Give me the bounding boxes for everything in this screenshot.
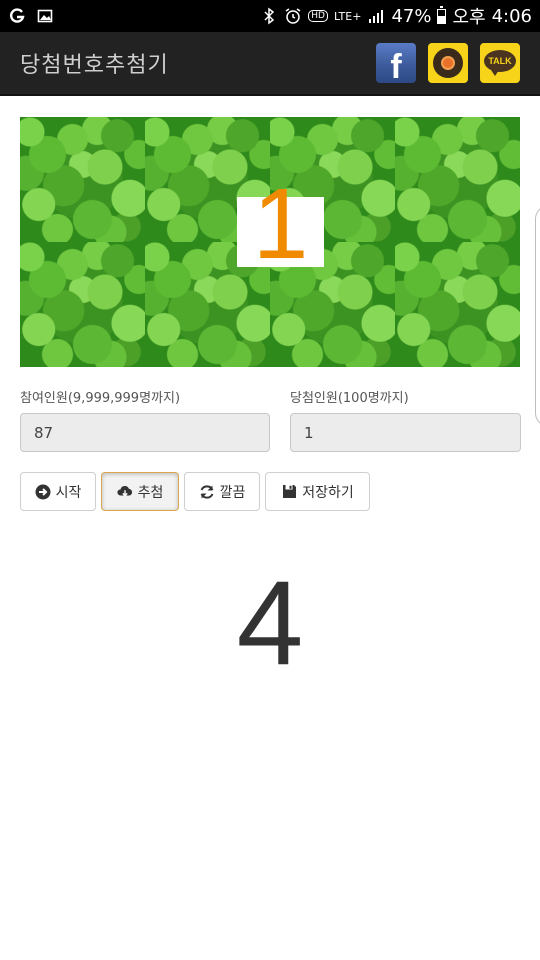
battery-percent: 47% [391, 5, 432, 27]
bluetooth-icon [260, 7, 278, 25]
action-buttons: 시작 추첨 깔끔 저장하기 [20, 472, 370, 511]
share-icons: f TALK [376, 43, 520, 83]
clock: 4:06 [491, 5, 532, 27]
clear-label: 깔끔 [219, 484, 246, 501]
battery-icon [437, 5, 447, 24]
winners-input[interactable] [290, 413, 521, 452]
start-label: 시작 [55, 484, 82, 501]
app-title: 당첨번호추첨기 [20, 53, 169, 78]
status-bar: HD LTE+ 47% 오후 4:06 [0, 0, 540, 32]
kakaotalk-label: TALK [484, 50, 516, 76]
side-drawer-handle[interactable] [535, 205, 540, 427]
refresh-icon [199, 484, 215, 500]
draw-panel: 1 [20, 117, 520, 367]
draw-button[interactable]: 추첨 [101, 472, 179, 511]
save-label: 저장하기 [302, 484, 354, 501]
draw-label: 추첨 [137, 484, 164, 501]
kakaotalk-icon[interactable]: TALK [480, 43, 520, 83]
g-icon [8, 7, 26, 25]
winners-label: 당첨인원(100명까지) [290, 391, 409, 406]
app-bar: 당첨번호추첨기 f TALK [0, 32, 540, 96]
participants-label: 참여인원(9,999,999명까지) [20, 391, 181, 406]
hd-icon: HD [308, 10, 328, 22]
save-button[interactable]: 저장하기 [265, 472, 370, 511]
signal-icon [367, 7, 385, 25]
draw-digit: 1 [252, 168, 309, 280]
kakaostory-icon[interactable] [428, 43, 468, 83]
alarm-icon [284, 7, 302, 25]
image-icon [36, 7, 54, 25]
time-prefix: 오후 [452, 7, 486, 28]
start-button[interactable]: 시작 [20, 472, 96, 511]
clear-button[interactable]: 깔끔 [184, 472, 260, 511]
floppy-disk-icon [281, 484, 297, 500]
facebook-icon[interactable]: f [376, 43, 416, 83]
cloud-download-icon [117, 484, 133, 500]
participants-input[interactable] [20, 413, 270, 452]
arrow-circle-right-icon [35, 484, 51, 500]
result-number: 4 [236, 556, 304, 690]
lte-icon: LTE+ [333, 9, 362, 23]
